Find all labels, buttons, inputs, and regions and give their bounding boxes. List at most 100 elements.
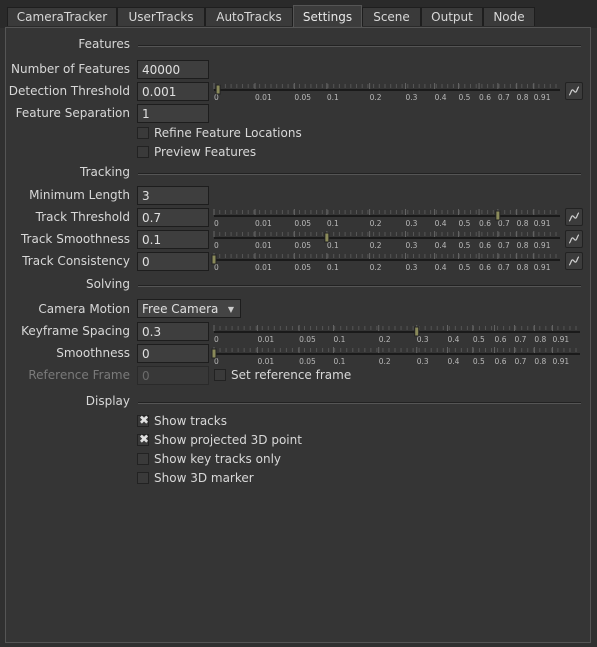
detection-threshold-curve-button[interactable] [565,82,583,100]
smoothness-label: Smoothness [56,346,130,360]
tab-label: AutoTracks [216,10,282,24]
smoothness-input[interactable]: 0 [137,344,209,363]
track-smoothness-input[interactable]: 0.1 [137,230,209,249]
slider-handle[interactable] [414,326,420,337]
slider-tick-label: 0.3 [406,219,418,228]
section-tracking-label: Tracking [80,165,130,179]
detection-threshold-slider[interactable]: 0 0.01 0.05 0.1 0.2 0.3 0.4 0.5 0.6 0.7 0.8 0.91 [212,80,560,104]
slider-track: 0 0.01 0.05 0.1 0.2 0.3 0.4 0.5 0.6 0.7 0.8 0.91 [211,347,580,366]
slider-tick-label: 0.91 [534,241,551,250]
slider-tick-label: 0.05 [299,335,316,344]
curve-editor-icon [566,234,582,250]
checkmark-icon: ✖ [138,413,150,427]
preview-features-label: Preview Features [154,145,257,159]
track-threshold-label: Track Threshold [35,210,130,224]
slider-tick-label: 0.91 [534,219,551,228]
chevron-down-icon: ▼ [227,305,234,314]
tab-label: Output [431,10,473,24]
checkmark-icon: ✖ [138,432,150,446]
smoothness-slider[interactable]: 0 0.01 0.05 0.1 0.2 0.3 0.4 0.5 0.6 0.7 0.8 0.91 [211,344,580,368]
slider-tick-label: 0.2 [370,263,382,272]
tab-settings[interactable]: Settings [293,5,362,28]
tab-autotracks[interactable]: AutoTracks [205,7,293,26]
slider-tick-label: 0.05 [294,241,311,250]
slider-tick-label: 0.8 [534,357,546,366]
slider-tick-label: 0.4 [435,241,447,250]
slider-tick-label: 0.1 [333,357,345,366]
slider-tick-label: 0.3 [406,263,418,272]
slider-track: 0 0.01 0.05 0.1 0.2 0.3 0.4 0.5 0.6 0.7 0.8 0.91 [213,325,580,344]
track-consistency-curve-button[interactable] [565,252,583,270]
tab-cameratracker[interactable]: CameraTracker [7,7,117,26]
tab-scene[interactable]: Scene [362,7,421,26]
curve-editor-icon [566,212,582,228]
keyframe-spacing-slider[interactable]: 0 0.01 0.05 0.1 0.2 0.3 0.4 0.5 0.6 0.7 0.8 0.91 [212,322,580,346]
slider-tick-label: 0.01 [255,93,272,102]
track-consistency-slider[interactable]: 0 0.01 0.05 0.1 0.2 0.3 0.4 0.5 0.6 0.7 0.8 0.91 [211,250,560,274]
tab-label: Scene [373,10,410,24]
slider-tick-label: 0.01 [255,241,272,250]
show-projected-3d-point-checkbox[interactable]: ✖ [137,432,150,446]
tab-usertracks[interactable]: UserTracks [117,7,205,26]
set-reference-frame-checkbox[interactable] [214,369,226,381]
slider-tick-label: 0.1 [327,219,339,228]
slider-tick-label: 0.2 [370,219,382,228]
slider-tick-label: 0.4 [435,263,447,272]
slider-tick-label: 0.3 [406,93,418,102]
show-projected-3d-point-label: Show projected 3D point [154,433,302,447]
feature-separation-input[interactable]: 1 [137,104,209,123]
minimum-length-label: Minimum Length [29,188,130,202]
tab-node[interactable]: Node [483,7,535,26]
slider-handle[interactable] [211,254,217,265]
slider-tick-label: 0.5 [473,335,485,344]
track-smoothness-curve-button[interactable] [565,230,583,248]
show-key-tracks-only-checkbox[interactable] [137,453,149,465]
slider-handle[interactable] [495,210,501,221]
show-tracks-checkbox[interactable]: ✖ [137,413,150,427]
minimum-length-input[interactable]: 3 [137,186,209,205]
preview-features-checkbox[interactable] [137,146,149,158]
slider-handle[interactable] [324,232,330,243]
slider-track: 0 0.01 0.05 0.1 0.2 0.3 0.4 0.5 0.6 0.7 0.8 0.91 [213,83,560,102]
slider-tick-label: 0.4 [435,93,447,102]
slider-tick-label: 0.6 [479,241,491,250]
slider-tick-label: 0.5 [459,263,471,272]
track-consistency-input[interactable]: 0 [137,252,209,271]
slider-tick-label: 0.7 [498,93,510,102]
slider-tick-label: 0.1 [333,335,345,344]
track-threshold-input[interactable]: 0.7 [137,208,209,227]
refine-feature-locations-label: Refine Feature Locations [154,126,302,140]
slider-track: 0 0.01 0.05 0.1 0.2 0.3 0.4 0.5 0.6 0.7 0.8 0.91 [213,231,560,250]
track-threshold-slider[interactable]: 0 0.01 0.05 0.1 0.2 0.3 0.4 0.5 0.6 0.7 0.8 0.91 [212,206,560,230]
slider-tick-label: 0.01 [257,357,274,366]
slider-tick-label: 0.91 [534,263,551,272]
tab-bar: CameraTracker UserTracks AutoTracks Sett… [0,0,597,28]
slider-tick-label: 0.8 [517,93,529,102]
detection-threshold-input[interactable]: 0.001 [137,82,209,101]
slider-tick-label: 0.4 [447,357,459,366]
camera-motion-label: Camera Motion [38,302,130,316]
track-threshold-curve-button[interactable] [565,208,583,226]
slider-tick-label: 0.8 [517,219,529,228]
reference-frame-label: Reference Frame [28,368,130,382]
tab-output[interactable]: Output [421,7,483,26]
slider-handle[interactable] [211,348,217,359]
track-smoothness-slider[interactable]: 0 0.01 0.05 0.1 0.2 0.3 0.4 0.5 0.6 0.7 0.8 0.91 [212,228,560,252]
track-smoothness-label: Track Smoothness [20,232,130,246]
slider-tick-label: 0.6 [495,335,507,344]
slider-handle[interactable] [215,84,221,95]
camera-motion-dropdown[interactable]: Free Camera ▼ [137,299,241,318]
section-solving-label: Solving [86,277,130,291]
slider-tick-label: 0.8 [517,241,529,250]
refine-feature-locations-checkbox[interactable] [137,127,149,139]
slider-tick-label: 0 [214,219,219,228]
slider-track: 0 0.01 0.05 0.1 0.2 0.3 0.4 0.5 0.6 0.7 0.8 0.91 [211,253,560,272]
keyframe-spacing-input[interactable]: 0.3 [137,322,209,341]
number-of-features-input[interactable]: 40000 [137,60,209,79]
number-of-features-label: Number of Features [11,62,130,76]
slider-tick-label: 0.91 [534,93,551,102]
slider-tick-label: 0.7 [514,335,526,344]
slider-tick-label: 0.8 [534,335,546,344]
show-3d-marker-checkbox[interactable] [137,472,149,484]
slider-tick-label: 0.1 [327,263,339,272]
